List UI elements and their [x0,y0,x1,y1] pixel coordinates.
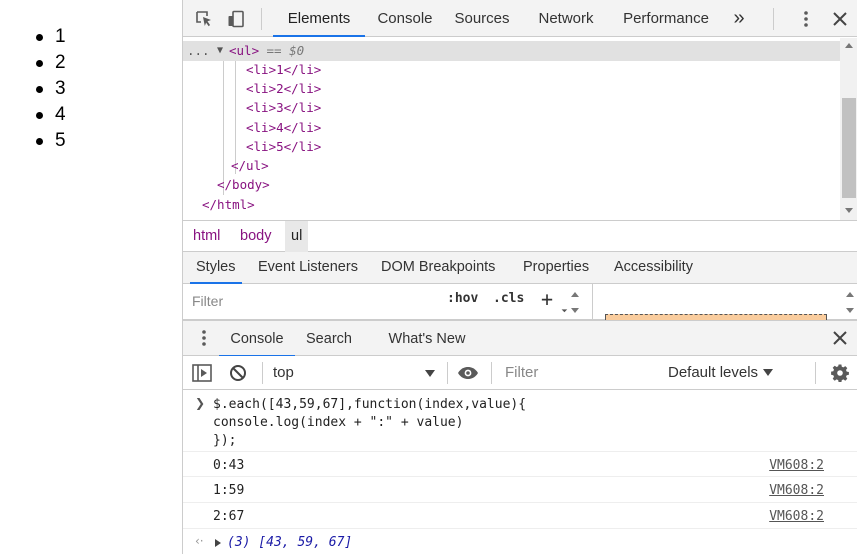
console-filter-input[interactable]: Filter [501,361,653,385]
console-code-line: }); [213,433,237,448]
tab-sources[interactable]: Sources [445,0,519,37]
elements-tree: ... ▼ <ul> == $0 <li>1</li> <li>2</li> <… [183,38,840,220]
dom-node-li[interactable]: <li>4</li> [246,118,321,137]
scroll-down-arrow-icon[interactable] [845,208,853,213]
context-dropdown-icon[interactable] [425,370,435,377]
scrollbar-thumb[interactable] [842,98,856,198]
drawer-tab-search[interactable]: Search [297,321,361,356]
drawer-tabbar: Console Search What's New [183,320,857,357]
dom-node-html-close[interactable]: </html> [202,195,255,214]
eye-icon[interactable] [457,362,479,384]
scroll-down-arrow-icon[interactable] [571,308,579,313]
dom-node-li[interactable]: <li>5</li> [246,137,321,156]
hover-state-button[interactable]: :hov [447,291,478,306]
drawer-menu-icon[interactable] [193,327,215,349]
styles-filter-input[interactable]: Filter [187,289,433,313]
scroll-down-arrow-icon[interactable] [846,308,854,313]
console-log-row: 2:67 VM608:2 [183,503,857,529]
dom-node-li[interactable]: <li>3</li> [246,98,321,117]
dom-node-li[interactable]: <li>2</li> [246,79,321,98]
toolbar-divider [447,362,448,384]
gear-icon[interactable] [829,362,851,384]
close-devtools-icon[interactable] [829,8,851,30]
console-code-line: console.log(index + ":" + value) [213,415,464,430]
page-list: 1 2 3 4 5 [36,24,66,154]
result-value[interactable]: (3) [43, 59, 67] [227,534,352,552]
scroll-up-arrow-icon[interactable] [846,292,854,297]
drawer-tab-console[interactable]: Console [219,321,295,357]
sidebar-toggle-icon[interactable] [191,362,213,384]
devtools-toolbar: Elements Console Sources Network Perform… [183,0,857,37]
log-message: 0:43 [213,458,245,473]
dom-node-ul-close[interactable]: </ul> [231,156,269,175]
levels-dropdown-icon[interactable] [763,369,773,376]
log-levels-selector[interactable]: Default levels [668,363,758,383]
log-source-link[interactable]: VM608:2 [769,508,824,526]
tab-event-listeners[interactable]: Event Listeners [258,252,358,283]
scroll-up-arrow-icon[interactable] [845,43,853,48]
node-actions-ellipsis[interactable]: ... [187,41,210,60]
drawer-tab-whats-new[interactable]: What's New [379,321,475,356]
list-item: 2 [36,50,66,76]
tab-elements[interactable]: Elements [273,0,365,37]
expand-triangle-icon[interactable]: ▼ [217,41,223,60]
styles-filter-bar: Filter :hov .cls + [183,284,857,320]
scroll-up-arrow-icon[interactable] [571,292,579,297]
clear-console-icon[interactable] [227,362,249,384]
list-item: 5 [36,128,66,154]
list-item: 3 [36,76,66,102]
console-log-row: 1:59 VM608:2 [183,477,857,503]
device-toolbar-icon[interactable] [225,8,247,30]
devtools-panel: Elements Console Sources Network Perform… [182,0,857,554]
kebab-menu-icon[interactable] [795,8,817,30]
dom-node-ul[interactable]: <ul> [229,41,259,60]
console-code-line: $.each([43,59,67],function(index,value){ [213,397,527,412]
more-tabs-button[interactable]: » [727,0,751,37]
styles-tabbar: Styles Event Listeners DOM Breakpoints P… [183,252,857,284]
close-drawer-icon[interactable] [829,327,851,349]
toolbar-divider [491,362,492,384]
class-toggle-button[interactable]: .cls [493,291,524,306]
breadcrumb-ul[interactable]: ul [285,221,309,252]
breadcrumb: html body ul [183,220,857,252]
log-message: 1:59 [213,483,245,498]
breadcrumb-body[interactable]: body [234,221,277,252]
elements-scrollbar[interactable] [840,38,857,220]
tab-console[interactable]: Console [365,0,445,37]
toolbar-divider [815,362,816,384]
expand-result-icon[interactable] [215,539,221,547]
dom-node-body-close[interactable]: </body> [217,175,270,194]
tab-dom-breakpoints[interactable]: DOM Breakpoints [381,252,495,283]
console-input-entry: ❯ $.each([43,59,67],function(index,value… [183,390,857,452]
toolbar-divider [261,8,262,30]
pane-divider [592,284,593,320]
console-log-row: 0:43 VM608:2 [183,452,857,477]
tab-accessibility[interactable]: Accessibility [614,252,693,283]
breadcrumb-html[interactable]: html [187,221,226,252]
toolbar-divider [262,362,263,384]
console-output: ❯ $.each([43,59,67],function(index,value… [183,390,857,554]
input-prompt-icon: ❯ [195,396,206,410]
list-item: 1 [36,24,66,50]
toolbar-divider [773,8,774,30]
log-source-link[interactable]: VM608:2 [769,482,824,500]
result-return-icon: ‹· [195,534,204,548]
tab-network[interactable]: Network [529,0,603,37]
tab-properties[interactable]: Properties [523,252,589,283]
tab-styles[interactable]: Styles [190,252,241,284]
console-result-row: ‹· (3) [43, 59, 67] [183,529,857,554]
console-toolbar: top Filter Default levels [183,356,857,390]
new-style-rule-button[interactable]: + [541,287,553,311]
corner-resize-icon [558,303,568,313]
log-source-link[interactable]: VM608:2 [769,457,824,475]
list-item: 4 [36,102,66,128]
dom-node-li[interactable]: <li>1</li> [246,60,321,79]
context-selector[interactable]: top [273,363,294,383]
dom-node-ref: == $0 [259,43,305,58]
inspect-element-icon[interactable] [193,8,215,30]
tab-performance[interactable]: Performance [615,0,717,37]
page-viewport: 1 2 3 4 5 [0,0,182,554]
log-message: 2:67 [213,509,245,524]
